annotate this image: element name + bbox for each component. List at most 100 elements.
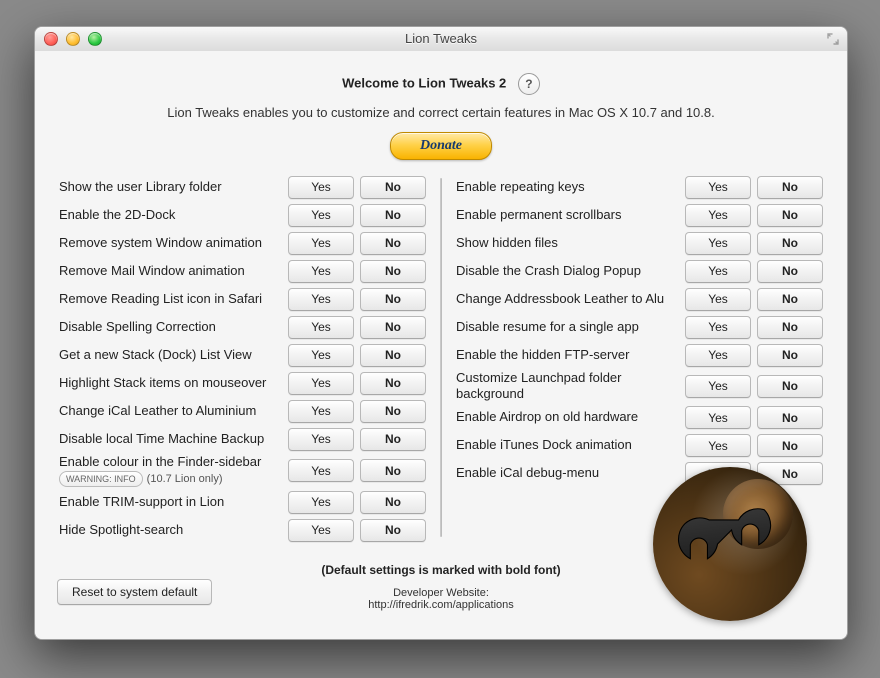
warning-pill[interactable]: WARNING: INFO	[59, 471, 143, 487]
welcome-text: Welcome to Lion Tweaks 2	[342, 75, 506, 90]
option-label-text: Enable colour in the Finder-sidebar	[59, 454, 261, 469]
option-label-text: Enable permanent scrollbars	[456, 207, 621, 222]
no-button[interactable]: No	[757, 375, 823, 398]
no-button[interactable]: No	[757, 176, 823, 199]
yes-button[interactable]: Yes	[685, 434, 751, 457]
developer-label: Developer Website:	[393, 587, 489, 599]
yes-button[interactable]: Yes	[685, 344, 751, 367]
no-button[interactable]: No	[360, 316, 426, 339]
option-label: Enable the hidden FTP-server	[456, 347, 685, 363]
option-label: Enable iCal debug-menu	[456, 465, 685, 481]
no-button[interactable]: No	[757, 316, 823, 339]
yes-button[interactable]: Yes	[288, 232, 354, 255]
option-row: Highlight Stack items on mouseoverYes No	[59, 370, 426, 396]
yes-button[interactable]: Yes	[685, 375, 751, 398]
option-label: Disable Spelling Correction	[59, 319, 288, 335]
option-label: Change Addressbook Leather to Alu	[456, 291, 685, 307]
option-label: Highlight Stack items on mouseover	[59, 375, 288, 391]
no-button[interactable]: No	[360, 232, 426, 255]
option-row: Enable TRIM-support in Lion Yes No	[59, 489, 426, 515]
no-button[interactable]: No	[757, 204, 823, 227]
yes-button[interactable]: Yes	[288, 459, 354, 482]
yes-button[interactable]: Yes	[685, 204, 751, 227]
window: Lion Tweaks Welcome to Lion Tweaks 2 ? L…	[34, 26, 848, 640]
option-label: Disable resume for a single app	[456, 319, 685, 335]
option-row: Enable the 2D-DockYes No	[59, 202, 426, 228]
no-button[interactable]: No	[757, 406, 823, 429]
option-label-text: Enable TRIM-support in Lion	[59, 494, 224, 509]
option-row: Disable the Crash Dialog Popup Yes No	[456, 258, 823, 284]
option-row: Enable colour in the Finder-sidebar WARNI…	[59, 454, 426, 487]
option-row: Disable Spelling CorrectionYes No	[59, 314, 426, 340]
no-button[interactable]: No	[757, 434, 823, 457]
yes-button[interactable]: Yes	[685, 288, 751, 311]
yes-button[interactable]: Yes	[288, 204, 354, 227]
option-row: Show the user Library folder Yes No	[59, 174, 426, 200]
no-button[interactable]: No	[757, 260, 823, 283]
no-button[interactable]: No	[360, 176, 426, 199]
no-button[interactable]: No	[360, 372, 426, 395]
yes-button[interactable]: Yes	[288, 491, 354, 514]
option-label-text: Customize Launchpad folder background	[456, 370, 622, 401]
no-button[interactable]: No	[360, 519, 426, 542]
yes-button[interactable]: Yes	[288, 519, 354, 542]
option-label-text: Remove system Window animation	[59, 235, 262, 250]
no-button[interactable]: No	[360, 260, 426, 283]
option-label-text: Change iCal Leather to Aluminium	[59, 403, 256, 418]
option-label-text: Enable iTunes Dock animation	[456, 437, 632, 452]
option-label: Enable iTunes Dock animation	[456, 437, 685, 453]
titlebar: Lion Tweaks	[35, 27, 847, 52]
no-button[interactable]: No	[757, 232, 823, 255]
option-row: Remove Reading List icon in Safari Yes No	[59, 286, 426, 312]
content: Welcome to Lion Tweaks 2 ? Lion Tweaks e…	[35, 51, 847, 639]
yes-button[interactable]: Yes	[288, 344, 354, 367]
yes-button[interactable]: Yes	[685, 232, 751, 255]
developer-url[interactable]: http://ifredrik.com/applications	[368, 599, 514, 611]
yes-button[interactable]: Yes	[685, 406, 751, 429]
option-label: Enable the 2D-Dock	[59, 207, 288, 223]
option-row: Customize Launchpad folder background Yes…	[456, 370, 823, 403]
yes-button[interactable]: Yes	[288, 428, 354, 451]
no-button[interactable]: No	[360, 288, 426, 311]
option-label: Customize Launchpad folder background	[456, 370, 685, 403]
lion-badge-icon	[653, 467, 807, 621]
option-row: Enable permanent scrollbars Yes No	[456, 202, 823, 228]
option-label-text: Show hidden files	[456, 235, 558, 250]
option-row: Change Addressbook Leather to Alu Yes No	[456, 286, 823, 312]
option-label: Show hidden files	[456, 235, 685, 251]
option-label: Get a new Stack (Dock) List View	[59, 347, 288, 363]
option-label: Remove Mail Window animation	[59, 263, 288, 279]
no-button[interactable]: No	[757, 288, 823, 311]
no-button[interactable]: No	[360, 400, 426, 423]
yes-button[interactable]: Yes	[288, 400, 354, 423]
option-row: Show hidden files Yes No	[456, 230, 823, 256]
option-label: Enable permanent scrollbars	[456, 207, 685, 223]
yes-button[interactable]: Yes	[685, 260, 751, 283]
no-button[interactable]: No	[757, 344, 823, 367]
yes-button[interactable]: Yes	[288, 260, 354, 283]
option-row: Remove system Window animation Yes No	[59, 230, 426, 256]
yes-button[interactable]: Yes	[288, 176, 354, 199]
option-label: Enable TRIM-support in Lion	[59, 494, 288, 510]
option-label-text: Disable the Crash Dialog Popup	[456, 263, 641, 278]
no-button[interactable]: No	[360, 459, 426, 482]
yes-button[interactable]: Yes	[288, 316, 354, 339]
no-button[interactable]: No	[360, 491, 426, 514]
yes-button[interactable]: Yes	[288, 372, 354, 395]
option-label-text: Show the user Library folder	[59, 179, 222, 194]
no-button[interactable]: No	[360, 428, 426, 451]
yes-button[interactable]: Yes	[288, 288, 354, 311]
fullscreen-icon[interactable]	[827, 33, 839, 45]
help-icon[interactable]: ?	[518, 73, 540, 95]
no-button[interactable]: No	[360, 204, 426, 227]
option-label-text: Change Addressbook Leather to Alu	[456, 291, 664, 306]
yes-button[interactable]: Yes	[685, 176, 751, 199]
option-row: Change iCal Leather to Aluminium Yes No	[59, 398, 426, 424]
donate-button[interactable]: Donate	[390, 132, 492, 160]
option-label-text: Remove Reading List icon in Safari	[59, 291, 262, 306]
option-label-text: Enable repeating keys	[456, 179, 585, 194]
no-button[interactable]: No	[360, 344, 426, 367]
option-row: Enable iTunes Dock animation Yes No	[456, 433, 823, 459]
option-label: Remove Reading List icon in Safari	[59, 291, 288, 307]
yes-button[interactable]: Yes	[685, 316, 751, 339]
